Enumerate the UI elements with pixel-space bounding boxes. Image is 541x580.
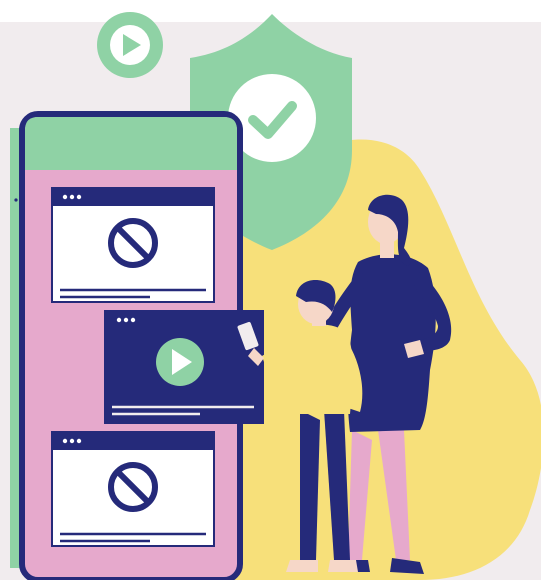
- play-badge-icon: [97, 12, 163, 78]
- illustration-canvas: [10, 12, 541, 580]
- decor-dot: [14, 198, 18, 202]
- blocked-video-panel-bottom: [51, 431, 215, 547]
- illustration-scene: [0, 0, 541, 580]
- blocked-video-panel-top: [51, 187, 215, 303]
- play-icon: [156, 338, 204, 386]
